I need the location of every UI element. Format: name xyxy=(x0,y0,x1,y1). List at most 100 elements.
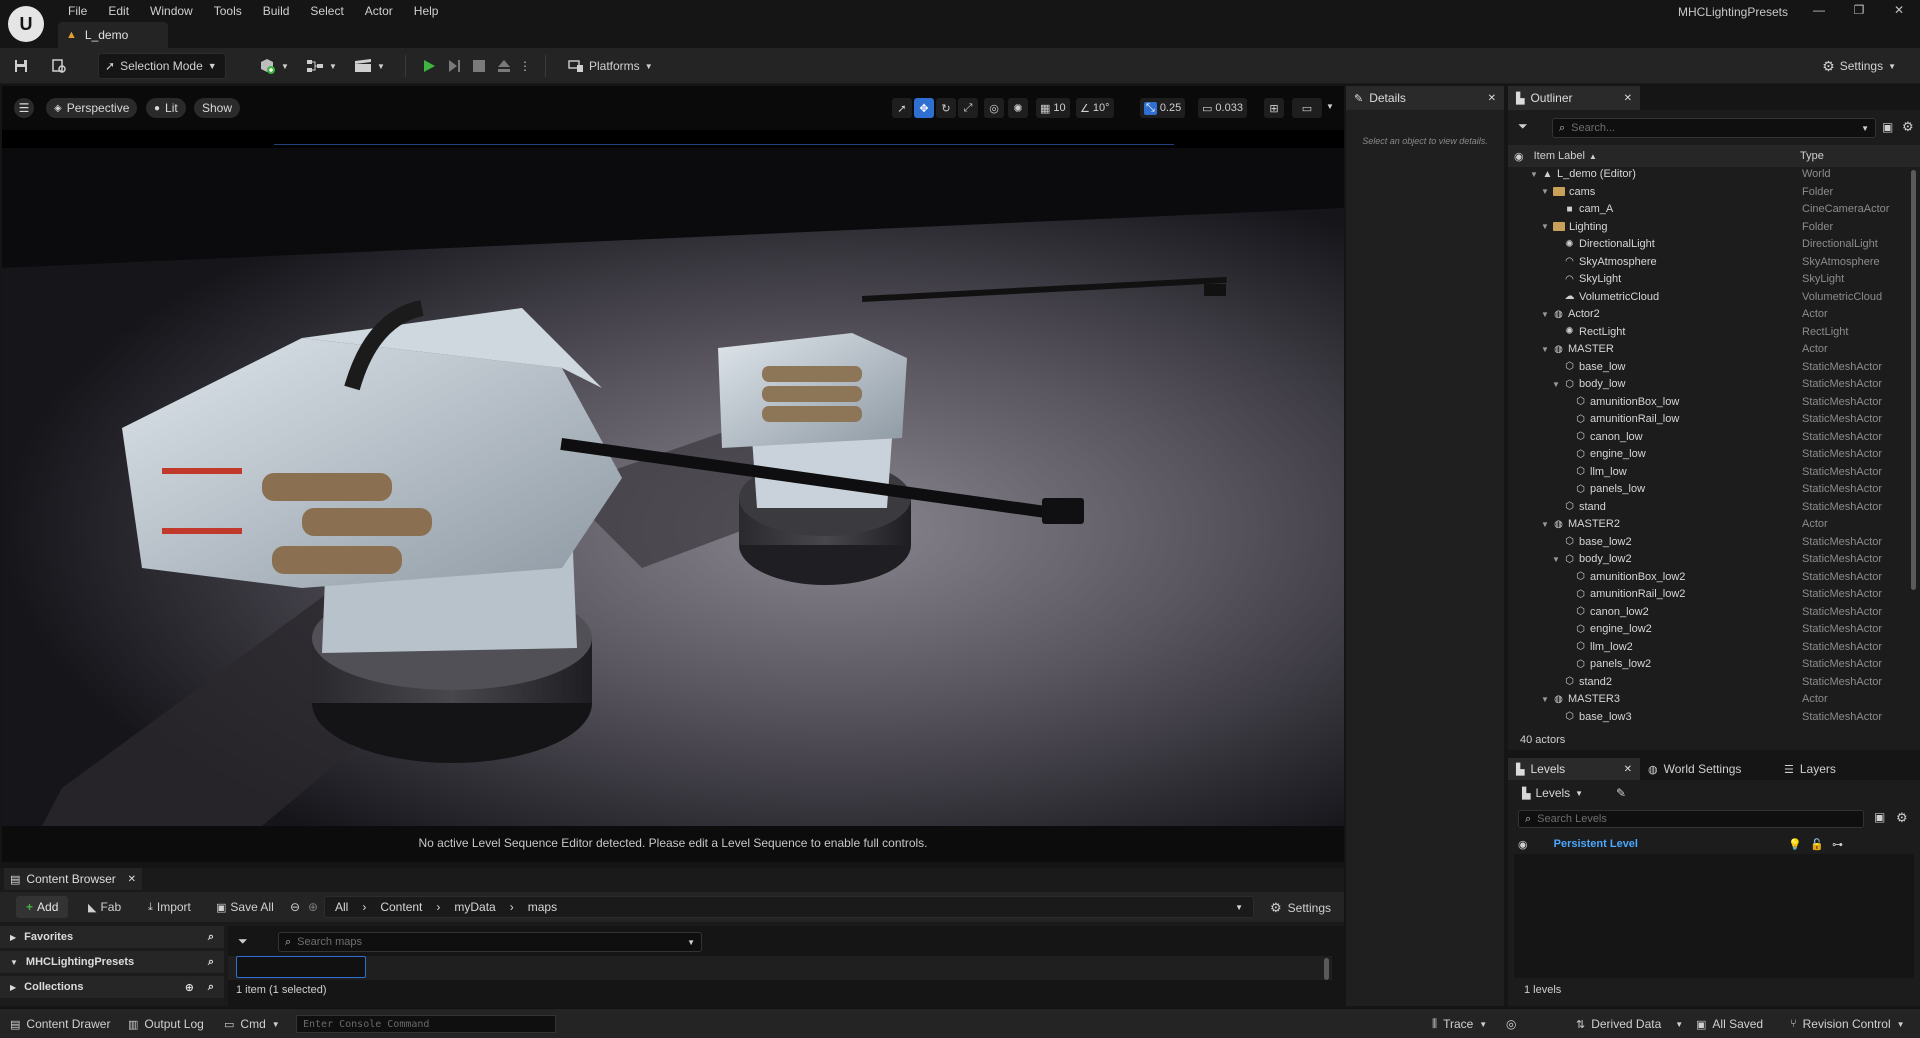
content-drawer-button[interactable]: ▤ Content Drawer xyxy=(0,1009,120,1038)
search-icon[interactable]: ⌕ xyxy=(208,981,214,994)
outliner-row[interactable]: ▼ ◍ MASTER3 Actor xyxy=(1508,693,1912,711)
minimize-icon[interactable]: — xyxy=(1812,3,1826,17)
eye-icon[interactable]: ◉ xyxy=(1518,838,1528,851)
chevron-down-icon[interactable]: ▼ xyxy=(1326,102,1334,111)
play-icon[interactable] xyxy=(420,57,438,75)
outliner-row[interactable]: ⬡ panels_low2 StaticMeshActor xyxy=(1508,658,1912,676)
outliner-row[interactable]: ⬡ base_low3 StaticMeshActor xyxy=(1508,711,1912,729)
all-saved-button[interactable]: ▣ All Saved xyxy=(1686,1009,1773,1038)
outliner-row[interactable]: ⬡ llm_low StaticMeshActor xyxy=(1508,466,1912,484)
show-button[interactable]: Show xyxy=(194,98,241,118)
lightbulb-icon[interactable]: 💡 xyxy=(1788,838,1802,851)
outliner-row[interactable]: ▼ cams Folder xyxy=(1508,186,1912,204)
outliner-tab[interactable]: ▙ Outliner ✕ xyxy=(1508,86,1640,110)
output-log-button[interactable]: ▥ Output Log xyxy=(118,1009,214,1038)
select-tool-icon[interactable]: ➚ xyxy=(892,98,912,118)
outliner-row[interactable]: ⬡ stand StaticMeshActor xyxy=(1508,501,1912,519)
edit-levels-icon[interactable]: ✎ xyxy=(1616,786,1626,800)
grid-snap-button[interactable]: ▦ 10 xyxy=(1036,98,1070,118)
hierarchy-icon[interactable]: ⊶ xyxy=(1832,838,1843,851)
expand-arrow-icon[interactable]: ▼ xyxy=(1541,310,1549,319)
outliner-row[interactable]: ⬡ canon_low2 StaticMeshActor xyxy=(1508,606,1912,624)
level-viewport[interactable]: ☰ ◈ Perspective ● Lit Show ➚ ✥ ↻ ⤢ ◎ ✺ ▦… xyxy=(2,86,1344,826)
eye-icon[interactable]: ◉ xyxy=(1514,150,1524,163)
settings-dropdown[interactable]: ⚙ Settings ▼ xyxy=(1816,53,1902,79)
rotation-snap-button[interactable]: ∠ 10° xyxy=(1076,98,1114,118)
expand-arrow-icon[interactable]: ▼ xyxy=(1530,170,1538,179)
close-icon[interactable]: ✕ xyxy=(1892,3,1906,17)
add-level-icon[interactable]: ▣ xyxy=(1874,810,1885,824)
menu-select[interactable]: Select xyxy=(300,4,354,18)
add-collection-icon[interactable]: ⊕ xyxy=(185,981,194,994)
details-tab[interactable]: ✎ Details ✕ xyxy=(1346,86,1504,110)
close-icon[interactable]: ✕ xyxy=(128,874,136,885)
levels-tab[interactable]: ▙ Levels ✕ xyxy=(1508,758,1640,780)
outliner-row[interactable]: ◠ SkyLight SkyLight xyxy=(1508,273,1912,291)
close-icon[interactable]: ✕ xyxy=(1624,93,1632,104)
camera-speed-button[interactable]: ▭ 0.033 xyxy=(1198,98,1247,118)
expand-arrow-icon[interactable]: ▼ xyxy=(1552,380,1560,389)
outliner-row[interactable]: ◠ SkyAtmosphere SkyAtmosphere xyxy=(1508,256,1912,274)
layout-icon[interactable]: ⊞ xyxy=(1264,98,1284,118)
stop-icon[interactable] xyxy=(470,57,488,75)
gear-icon[interactable]: ⚙ xyxy=(1896,810,1908,826)
project-section[interactable]: ▼ MHCLightingPresets ⌕ xyxy=(0,951,224,973)
filter-icon[interactable]: ⏷ xyxy=(1518,119,1528,134)
record-icon[interactable]: ◎ xyxy=(1506,1017,1516,1031)
history-forward-icon[interactable]: ⊕ xyxy=(308,900,318,914)
favorites-section[interactable]: ▶ Favorites ⌕ xyxy=(0,926,224,948)
revision-control-dropdown[interactable]: ⑂ Revision Control ▼ xyxy=(1780,1009,1915,1038)
asset-search[interactable]: ⌕ Search maps ▼ xyxy=(278,932,702,952)
type-column[interactable]: Type xyxy=(1800,150,1824,162)
content-settings-button[interactable]: ⚙ Settings xyxy=(1270,900,1331,916)
close-icon[interactable]: ✕ xyxy=(1624,764,1632,775)
trace-dropdown[interactable]: ⫼ Trace ▼ xyxy=(1422,1009,1497,1038)
outliner-row[interactable]: ▼ ⬡ body_low2 StaticMeshActor xyxy=(1508,553,1912,571)
item-label-column[interactable]: Item Label xyxy=(1534,150,1585,162)
outliner-row[interactable]: ■ cam_A CineCameraActor xyxy=(1508,203,1912,221)
outliner-row[interactable]: ▼ Lighting Folder xyxy=(1508,221,1912,239)
expand-arrow-icon[interactable]: ▼ xyxy=(1541,520,1549,529)
expand-arrow-icon[interactable]: ▼ xyxy=(1541,695,1549,704)
cinematics-button[interactable]: ▼ xyxy=(348,53,391,79)
add-button[interactable]: + Add xyxy=(16,896,69,918)
breadcrumb-all[interactable]: All xyxy=(335,900,348,914)
menu-tools[interactable]: Tools xyxy=(204,4,253,18)
perspective-button[interactable]: ◈ Perspective xyxy=(46,98,138,118)
eject-icon[interactable] xyxy=(495,57,513,75)
outliner-row[interactable]: ⬡ base_low StaticMeshActor xyxy=(1508,361,1912,379)
outliner-row[interactable]: ▼ ◍ MASTER2 Actor xyxy=(1508,518,1912,536)
expand-arrow-icon[interactable]: ▼ xyxy=(1552,555,1560,564)
outliner-row[interactable]: ⬡ base_low2 StaticMeshActor xyxy=(1508,536,1912,554)
outliner-row[interactable]: ⬡ engine_low2 StaticMeshActor xyxy=(1508,623,1912,641)
maximize-icon[interactable]: ❐ xyxy=(1852,3,1866,17)
skip-frame-icon[interactable] xyxy=(445,57,463,75)
unreal-logo-icon[interactable]: U xyxy=(8,6,44,42)
outliner-row[interactable]: ✺ DirectionalLight DirectionalLight xyxy=(1508,238,1912,256)
selection-mode-dropdown[interactable]: ➚ Selection Mode ▼ xyxy=(98,53,226,79)
save-icon[interactable] xyxy=(12,57,30,75)
asset-scrollbar[interactable] xyxy=(1324,958,1329,980)
gear-icon[interactable]: ⚙ xyxy=(1902,119,1914,135)
expand-arrow-icon[interactable]: ▼ xyxy=(1541,345,1549,354)
outliner-row[interactable]: ⬡ amunitionBox_low StaticMeshActor xyxy=(1508,396,1912,414)
menu-edit[interactable]: Edit xyxy=(98,4,140,18)
outliner-row[interactable]: ⬡ amunitionRail_low StaticMeshActor xyxy=(1508,413,1912,431)
chevron-down-icon[interactable]: ▼ xyxy=(1235,903,1243,912)
import-button[interactable]: ⤓ Import xyxy=(148,900,191,914)
outliner-row[interactable]: ▼ ▲ L_demo (Editor) World xyxy=(1508,168,1912,186)
outliner-row[interactable]: ▼ ⬡ body_low StaticMeshActor xyxy=(1508,378,1912,396)
add-actor-button[interactable]: ▼ xyxy=(252,53,295,79)
expand-arrow-icon[interactable]: ▼ xyxy=(1541,187,1549,196)
levels-dropdown[interactable]: ▙ Levels ▼ xyxy=(1522,786,1583,800)
menu-help[interactable]: Help xyxy=(404,4,450,18)
viewport-menu-button[interactable]: ☰ xyxy=(14,98,34,118)
outliner-row[interactable]: ⬡ llm_low2 StaticMeshActor xyxy=(1508,641,1912,659)
viewport-layout-icon[interactable]: ▭ xyxy=(1292,98,1322,118)
platforms-dropdown[interactable]: Platforms ▼ xyxy=(562,53,659,79)
collections-section[interactable]: ▶ Collections ⊕ ⌕ xyxy=(0,976,224,998)
outliner-row[interactable]: ⬡ canon_low StaticMeshActor xyxy=(1508,431,1912,449)
filter-icon[interactable]: ⏷ xyxy=(238,934,248,949)
fab-button[interactable]: ◣ Fab xyxy=(88,900,121,914)
layers-tab[interactable]: ☰ Layers xyxy=(1784,762,1836,776)
